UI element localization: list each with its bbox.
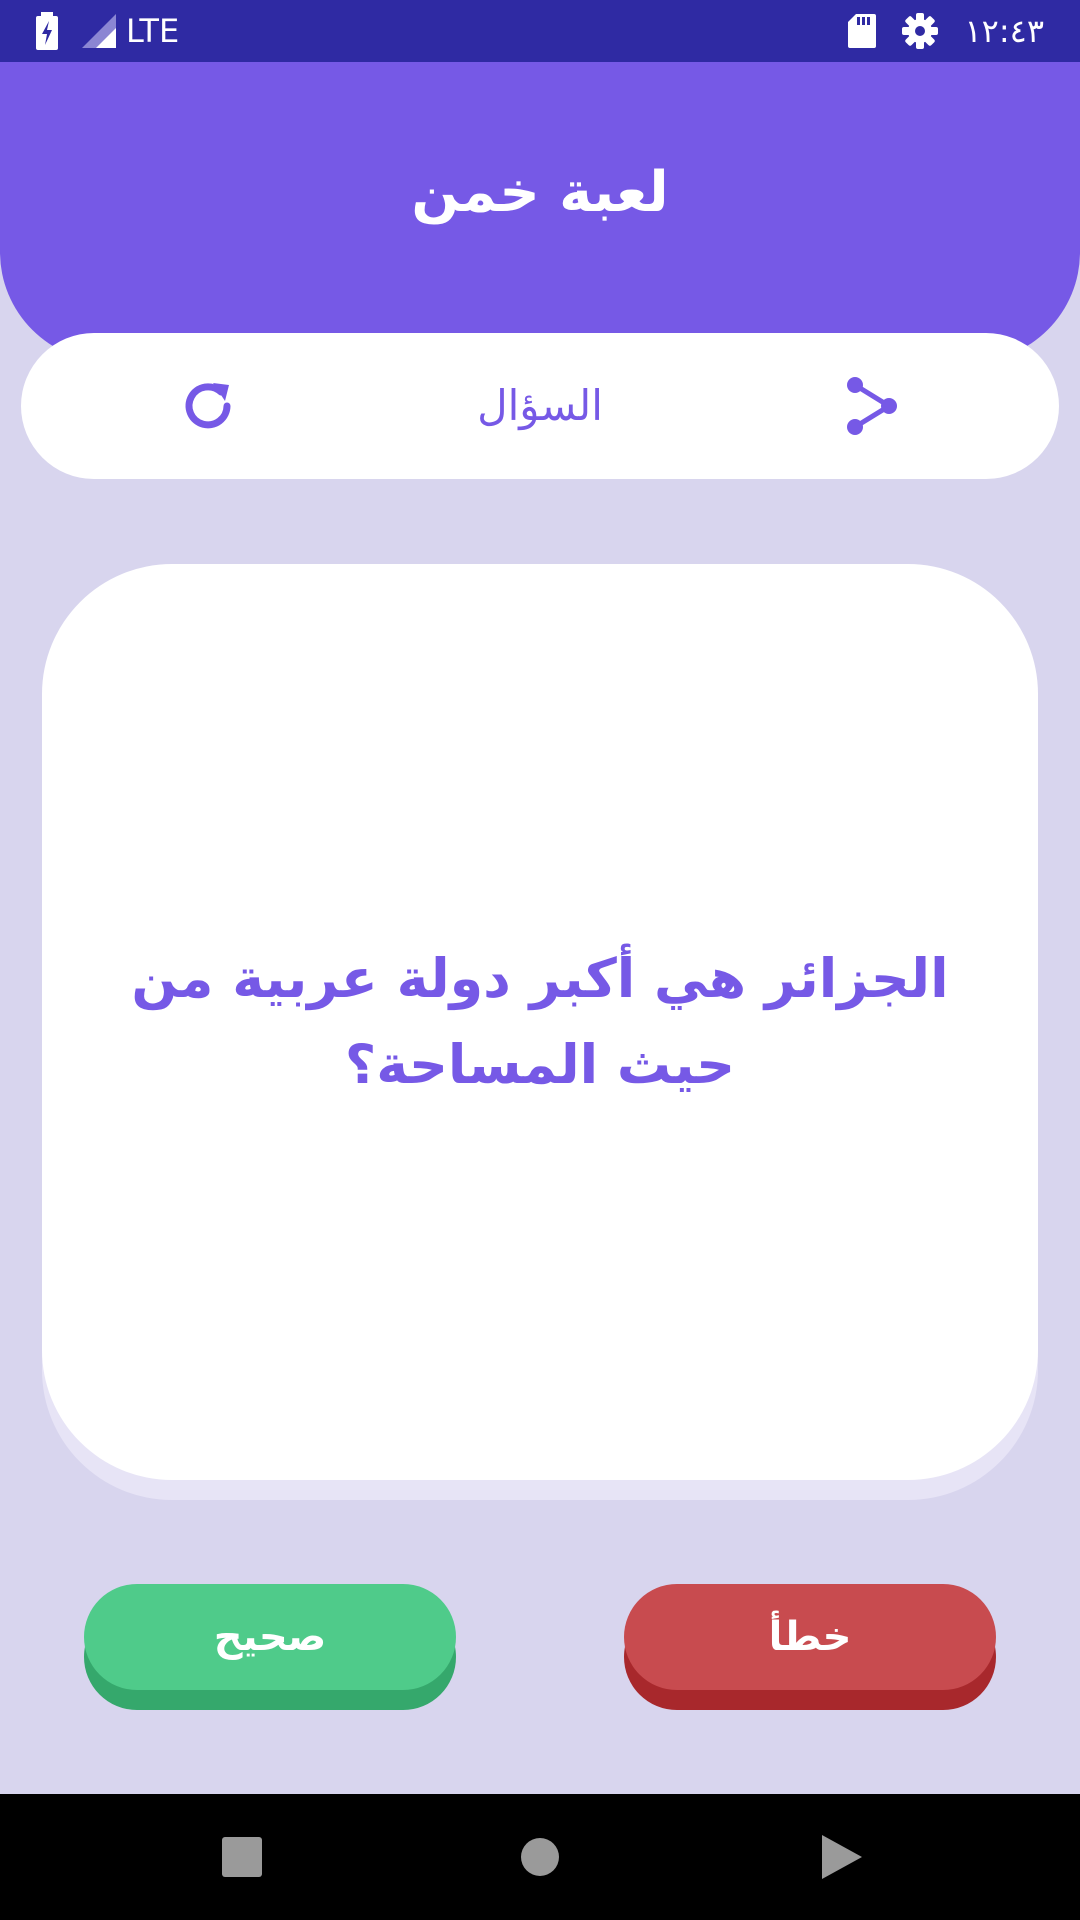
- question-toolbar: السؤال: [21, 333, 1059, 479]
- false-button[interactable]: خطأ: [624, 1584, 996, 1690]
- question-text: الجزائر هي أكبر دولة عربية من حيث المساح…: [131, 947, 949, 1096]
- battery-charging-icon: [36, 12, 58, 50]
- share-icon[interactable]: [839, 373, 905, 439]
- question-card: الجزائر هي أكبر دولة عربية من حيث المساح…: [42, 564, 1038, 1480]
- network-type: LTE: [126, 12, 180, 50]
- recents-square-icon[interactable]: [210, 1825, 274, 1889]
- system-nav-bar: [0, 1794, 1080, 1920]
- status-left: LTE: [34, 0, 179, 62]
- settings-gear-icon: [902, 13, 939, 49]
- back-triangle-icon[interactable]: [808, 1825, 872, 1889]
- status-right: ١٢:٤٣: [848, 0, 1044, 62]
- signal-icon: [82, 14, 116, 48]
- sd-card-icon: [848, 14, 877, 48]
- status-time: ١٢:٤٣: [964, 12, 1044, 50]
- refresh-icon[interactable]: [175, 373, 241, 439]
- home-circle-icon[interactable]: [508, 1825, 572, 1889]
- true-button[interactable]: صحيح: [84, 1584, 456, 1690]
- app-title: لعبة خمن: [411, 160, 669, 225]
- status-bar: LTE ١٢:٤٣: [0, 0, 1080, 62]
